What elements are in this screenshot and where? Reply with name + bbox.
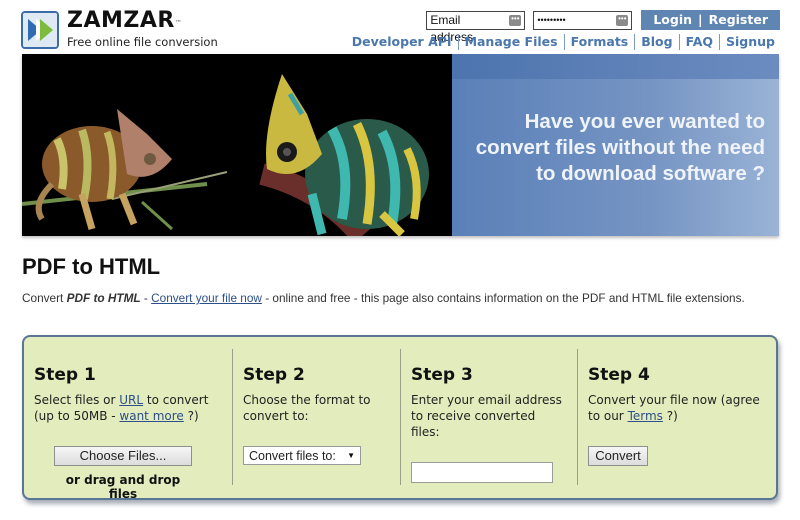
step-description: Enter your email address to receive conv… [411,393,562,439]
choose-files-button[interactable]: Choose Files... [54,446,192,466]
step-title: Step 1 [34,365,96,385]
step-description: Select files or URL to convert (up to 50… [34,392,222,424]
intro-prefix: Convert [22,291,67,305]
login-register-bar: Login | Register [641,10,780,30]
password-manager-icon[interactable]: ••• [616,14,629,26]
banner-line: to download software ? [536,162,765,185]
nav-manage-files[interactable]: Manage Files [457,34,564,50]
email-field[interactable]: Email address ••• [426,10,526,44]
top-nav: Developer API Manage Files Formats Blog … [346,34,775,50]
brand-tagline: Free online file conversion [67,35,218,49]
separator: | [698,12,703,27]
step-description: Choose the format to convert to: [243,393,371,423]
step-description: Convert your file now (agree to our Term… [588,392,766,424]
intro-dash: - [140,291,152,305]
step-text: (up to 50MB - [34,409,120,423]
hero-banner: Have you ever wanted to convert files wi… [22,54,779,236]
intro-suffix: - online and free - this page also conta… [261,291,745,305]
format-select-value: Convert files to: [249,448,336,463]
terms-link[interactable]: Terms [628,409,663,423]
login-area: Email address ••• ••••••••• ••• Login | … [426,10,780,44]
register-link[interactable]: Register [709,10,768,30]
step-1: Step 1 Select files or URL to convert (u… [24,349,232,501]
banner-message: Have you ever wanted to convert files wi… [476,109,765,187]
step-2: Step 2 Choose the format to convert to: … [232,349,400,485]
brand: ZAMZAR™ Free online file conversion [67,9,218,50]
convert-now-link[interactable]: Convert your file now [151,291,262,305]
notification-email-input[interactable] [411,462,553,483]
step-text: ?) [662,409,678,423]
step-3: Step 3 Enter your email address to recei… [400,349,577,485]
url-link[interactable]: URL [119,393,143,407]
step-text: ?) [183,409,199,423]
convert-button[interactable]: Convert [588,446,648,466]
format-select[interactable]: Convert files to: ▼ [243,446,361,465]
nav-developer-api[interactable]: Developer API [346,34,458,50]
step-title: Step 2 [243,365,305,385]
step-text: Select files or [34,393,120,407]
banner-line: Have you ever wanted to [524,110,765,133]
password-field[interactable]: ••••••••• ••• [533,10,633,30]
step-text: to convert [143,393,209,407]
want-more-link[interactable]: want more [119,409,183,423]
step-title: Step 4 [588,365,650,385]
chameleons-image [22,54,452,236]
zamzar-logo-icon[interactable] [21,11,59,49]
page-title: PDF to HTML [22,254,161,279]
password-manager-icon[interactable]: ••• [509,14,522,26]
banner-strip [452,54,779,79]
dropdown-arrow-icon: ▼ [347,451,355,460]
nav-signup[interactable]: Signup [719,34,775,50]
nav-formats[interactable]: Formats [563,34,635,50]
brand-name[interactable]: ZAMZAR™ [67,9,218,33]
conversion-steps-panel: Step 1 Select files or URL to convert (u… [22,335,778,501]
nav-faq[interactable]: FAQ [678,34,719,50]
banner-line: convert files without the need [475,136,765,159]
step-4: Step 4 Convert your file now (agree to o… [577,349,776,485]
password-mask: ••••••••• [537,14,566,25]
login-link[interactable]: Login [653,10,692,30]
drag-drop-hint: or drag and drop files [65,473,181,501]
intro-text: Convert PDF to HTML - Convert your file … [22,291,745,305]
intro-emphasis: PDF to HTML [66,291,141,305]
brand-name-text: ZAMZAR [67,8,175,33]
step-title: Step 3 [411,365,473,385]
nav-blog[interactable]: Blog [634,34,678,50]
trademark: ™ [174,19,183,27]
